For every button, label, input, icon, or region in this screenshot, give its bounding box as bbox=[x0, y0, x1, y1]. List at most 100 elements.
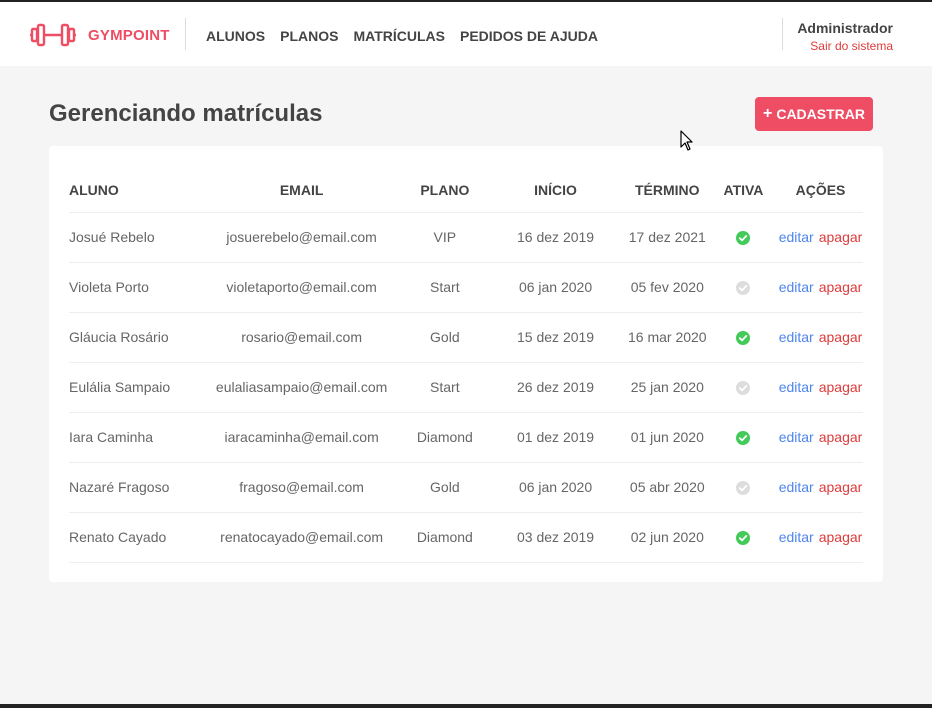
cell-aluno: Iara Caminha bbox=[69, 412, 200, 463]
cell-acoes: editar apagar bbox=[778, 512, 863, 563]
active-check-icon bbox=[736, 531, 751, 546]
cell-termino: 05 abr 2020 bbox=[625, 462, 709, 513]
table-row: Violeta Porto violetaporto@email.com Start… bbox=[69, 262, 863, 313]
table-body: Josué Rebelo josuerebelo@email.com VIP 16 d… bbox=[69, 212, 863, 563]
nav-item-matriculas[interactable]: MATRÍCULAS bbox=[353, 28, 445, 44]
cell-aluno: Renato Cayado bbox=[69, 512, 200, 563]
column-header-inicio: INÍCIO bbox=[485, 168, 626, 213]
table-row: Nazaré Fragoso fragoso@email.com Gold 06 ja… bbox=[69, 462, 863, 513]
cell-plano: Diamond bbox=[404, 512, 486, 563]
user-name: Administrador bbox=[797, 20, 893, 36]
cell-inicio: 01 dez 2019 bbox=[485, 412, 626, 463]
cell-plano: Diamond bbox=[404, 412, 486, 463]
cell-inicio: 16 dez 2019 bbox=[485, 212, 626, 263]
navbar-divider bbox=[782, 18, 783, 50]
add-enrollment-button[interactable]: + CADASTRAR bbox=[755, 97, 873, 131]
cell-ativa bbox=[708, 462, 778, 513]
cell-email: iaracaminha@email.com bbox=[199, 412, 405, 463]
page-title: Gerenciando matrículas bbox=[49, 100, 323, 127]
delete-link[interactable]: apagar bbox=[819, 329, 863, 345]
active-check-icon bbox=[736, 231, 751, 246]
edit-link[interactable]: editar bbox=[779, 529, 814, 545]
main-nav: ALUNOS PLANOS MATRÍCULAS PEDIDOS DE AJUD… bbox=[206, 28, 613, 44]
delete-link[interactable]: apagar bbox=[819, 229, 863, 245]
dumbbell-icon bbox=[30, 23, 76, 47]
cell-acoes: editar apagar bbox=[778, 462, 863, 513]
delete-link[interactable]: apagar bbox=[819, 479, 863, 495]
nav-item-alunos[interactable]: ALUNOS bbox=[206, 28, 265, 44]
cell-plano: Start bbox=[404, 362, 486, 413]
table-row: Eulália Sampaio eulaliasampaio@email.com S… bbox=[69, 362, 863, 413]
top-navbar: GYMPOINT ALUNOS PLANOS MATRÍCULAS PEDIDO… bbox=[0, 0, 932, 66]
cell-email: josuerebelo@email.com bbox=[199, 212, 405, 263]
enrollments-table: ALUNO EMAIL PLANO INÍCIO TÉRMINO ATIVA A… bbox=[69, 168, 863, 563]
cell-termino: 17 dez 2021 bbox=[625, 212, 709, 263]
cell-email: violetaporto@email.com bbox=[199, 262, 405, 313]
table-row: Iara Caminha iaracaminha@email.com Diamond… bbox=[69, 412, 863, 463]
edit-link[interactable]: editar bbox=[779, 279, 814, 295]
bottom-border bbox=[0, 704, 932, 708]
logout-link[interactable]: Sair do sistema bbox=[797, 39, 893, 53]
column-header-ativa: ATIVA bbox=[708, 168, 778, 213]
cell-termino: 05 fev 2020 bbox=[625, 262, 709, 313]
delete-link[interactable]: apagar bbox=[819, 279, 863, 295]
add-button-label: CADASTRAR bbox=[776, 106, 865, 122]
table-row: Josué Rebelo josuerebelo@email.com VIP 16 d… bbox=[69, 212, 863, 263]
cell-aluno: Violeta Porto bbox=[69, 262, 200, 313]
cell-inicio: 15 dez 2019 bbox=[485, 312, 626, 363]
cell-plano: VIP bbox=[404, 212, 486, 263]
column-header-acoes: AÇÕES bbox=[778, 168, 863, 213]
cell-acoes: editar apagar bbox=[778, 362, 863, 413]
cell-acoes: editar apagar bbox=[778, 412, 863, 463]
cell-plano: Start bbox=[404, 262, 486, 313]
cell-termino: 25 jan 2020 bbox=[625, 362, 709, 413]
cell-aluno: Nazaré Fragoso bbox=[69, 462, 200, 513]
cell-email: fragoso@email.com bbox=[199, 462, 405, 513]
cell-ativa bbox=[708, 212, 778, 263]
cell-email: eulaliasampaio@email.com bbox=[199, 362, 405, 413]
column-header-plano: PLANO bbox=[404, 168, 486, 213]
delete-link[interactable]: apagar bbox=[819, 529, 863, 545]
nav-item-planos[interactable]: PLANOS bbox=[280, 28, 338, 44]
cell-plano: Gold bbox=[404, 312, 486, 363]
plus-icon: + bbox=[762, 105, 773, 122]
edit-link[interactable]: editar bbox=[779, 429, 814, 445]
table-row: Renato Cayado renatocayado@email.com Diamo… bbox=[69, 512, 863, 563]
edit-link[interactable]: editar bbox=[779, 379, 814, 395]
inactive-check-icon bbox=[736, 481, 751, 496]
cell-ativa bbox=[708, 262, 778, 313]
cell-aluno: Eulália Sampaio bbox=[69, 362, 200, 413]
cell-acoes: editar apagar bbox=[778, 262, 863, 313]
cell-aluno: Josué Rebelo bbox=[69, 212, 200, 263]
mouse-cursor-icon bbox=[680, 130, 693, 151]
cell-ativa bbox=[708, 362, 778, 413]
column-header-email: EMAIL bbox=[199, 168, 405, 213]
active-check-icon bbox=[736, 331, 751, 346]
edit-link[interactable]: editar bbox=[779, 479, 814, 495]
cell-ativa bbox=[708, 512, 778, 563]
enrollments-card: ALUNO EMAIL PLANO INÍCIO TÉRMINO ATIVA A… bbox=[49, 146, 883, 582]
inactive-check-icon bbox=[736, 381, 751, 396]
cell-ativa bbox=[708, 412, 778, 463]
navbar-divider bbox=[185, 18, 186, 50]
cell-email: renatocayado@email.com bbox=[199, 512, 405, 563]
column-header-aluno: ALUNO bbox=[69, 168, 200, 213]
edit-link[interactable]: editar bbox=[779, 229, 814, 245]
cell-ativa bbox=[708, 312, 778, 363]
logo[interactable]: GYMPOINT bbox=[30, 21, 170, 49]
edit-link[interactable]: editar bbox=[779, 329, 814, 345]
cell-acoes: editar apagar bbox=[778, 312, 863, 363]
cell-inicio: 03 dez 2019 bbox=[485, 512, 626, 563]
cell-email: rosario@email.com bbox=[199, 312, 405, 363]
delete-link[interactable]: apagar bbox=[819, 379, 863, 395]
cell-termino: 02 jun 2020 bbox=[625, 512, 709, 563]
cell-termino: 16 mar 2020 bbox=[625, 312, 709, 363]
cell-acoes: editar apagar bbox=[778, 212, 863, 263]
cell-termino: 01 jun 2020 bbox=[625, 412, 709, 463]
cell-inicio: 06 jan 2020 bbox=[485, 462, 626, 513]
user-profile: Administrador Sair do sistema bbox=[797, 20, 893, 53]
delete-link[interactable]: apagar bbox=[819, 429, 863, 445]
cell-inicio: 06 jan 2020 bbox=[485, 262, 626, 313]
cell-aluno: Gláucia Rosário bbox=[69, 312, 200, 363]
nav-item-pedidos-de-ajuda[interactable]: PEDIDOS DE AJUDA bbox=[460, 28, 598, 44]
